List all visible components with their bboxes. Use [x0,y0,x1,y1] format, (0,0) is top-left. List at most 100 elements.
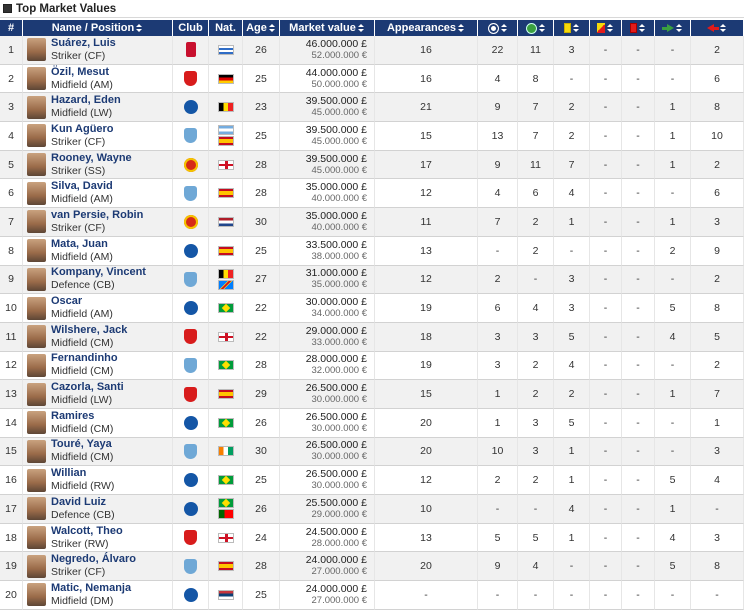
col-club-header[interactable]: Club [173,20,209,36]
flag-icon [217,279,234,290]
club-crest-icon[interactable] [183,157,198,172]
player-photo[interactable] [27,210,46,234]
club-crest-icon[interactable] [184,185,197,201]
player-photo[interactable] [27,267,46,291]
club-crest-icon[interactable] [183,473,198,488]
club-crest-icon[interactable] [184,271,197,287]
stat-assists: 2 [518,380,554,409]
player-photo[interactable] [27,95,46,119]
player-photo[interactable] [27,468,46,492]
player-name-link[interactable]: Fernandinho [51,352,118,365]
player-photo[interactable] [27,353,46,377]
player-name-link[interactable]: Kun Agüero [51,123,114,136]
player-name-link[interactable]: Touré, Yaya [51,438,113,451]
player-name-link[interactable]: Özil, Mesut [51,66,113,79]
row-number: 6 [0,179,23,209]
col-appearances-header[interactable]: Appearances [375,20,478,36]
col-yellow-header[interactable] [554,20,590,36]
stat-goals: 3 [478,351,518,381]
col-goals-header[interactable] [478,20,518,36]
row-number: 19 [0,552,23,582]
col-number-header[interactable]: # [0,20,23,36]
club-crest-icon[interactable] [184,329,197,345]
player-photo[interactable] [27,325,46,349]
club-crest-icon[interactable] [183,100,198,115]
club-crest-icon[interactable] [184,386,197,402]
player-photo[interactable] [27,583,46,607]
club-crest-icon[interactable] [184,128,197,144]
club-crest-icon[interactable] [184,443,197,459]
player-name-link[interactable]: Willian [51,467,114,480]
player-name-link[interactable]: Cazorla, Santi [51,381,124,394]
player-cell: Hazard, Eden Midfield (LW) [23,93,173,123]
col-subin-header[interactable] [655,20,691,36]
table-row: 16 Willian Midfield (RW) 25 26.500.000 £30.0… [0,466,744,495]
player-name-link[interactable]: David Luiz [51,496,115,509]
player-name-link[interactable]: Silva, David [51,180,113,193]
col-red-header[interactable] [622,20,655,36]
player-cell: Mata, Juan Midfield (AM) [23,236,173,266]
player-name-link[interactable]: Ramires [51,410,113,423]
market-value-gbp: 30.000.000 £ [305,296,367,309]
nationality-cell [209,466,243,495]
player-name-link[interactable]: Mata, Juan [51,238,113,251]
club-crest-icon[interactable] [185,42,196,58]
col-yellowred-header[interactable] [590,20,622,36]
nationality-cell [209,294,243,323]
club-crest-icon[interactable] [183,243,198,258]
col-assists-header[interactable] [518,20,554,36]
stat-red: - [622,408,655,438]
player-photo[interactable] [27,124,46,148]
player-photo[interactable] [27,554,46,578]
club-crest-icon[interactable] [183,501,198,516]
player-name-link[interactable]: Walcott, Theo [51,525,123,538]
club-crest-icon[interactable] [183,301,198,316]
player-name-link[interactable]: Wilshere, Jack [51,324,127,337]
market-value-eur: 40.000.000 € [311,221,367,233]
player-photo[interactable] [27,411,46,435]
club-cell [173,294,209,323]
club-crest-icon[interactable] [183,415,198,430]
age-cell: 26 [243,408,280,438]
club-crest-icon[interactable] [183,214,198,229]
player-photo[interactable] [27,526,46,550]
player-name-link[interactable]: Matic, Nemanja [51,582,131,595]
player-name-link[interactable]: Rooney, Wayne [51,152,132,165]
market-value-cell: 29.000.000 £33.000.000 € [280,322,375,352]
player-photo[interactable] [27,38,46,62]
player-name-link[interactable]: Suárez, Luis [51,37,116,50]
player-name-link[interactable]: Kompany, Vincent [51,266,146,279]
player-photo[interactable] [27,497,46,521]
col-age-header[interactable]: Age [243,20,280,36]
player-photo[interactable] [27,239,46,263]
player-cell: Cazorla, Santi Midfield (LW) [23,380,173,409]
stat-red: - [622,36,655,65]
stat-apps: 17 [375,150,478,180]
player-name-link[interactable]: Oscar [51,295,113,308]
stat-subout: 4 [691,466,744,495]
flag-icon [217,475,234,486]
player-name-link[interactable]: Negredo, Álvaro [51,553,136,566]
player-photo[interactable] [27,67,46,91]
col-name-header[interactable]: Name / Position [23,20,173,36]
player-photo[interactable] [27,181,46,205]
col-market-value-header[interactable]: Market value [280,20,375,36]
club-crest-icon[interactable] [183,587,198,602]
club-crest-icon[interactable] [184,357,197,373]
club-crest-icon[interactable] [184,530,197,546]
market-value-cell: 35.000.000 £40.000.000 € [280,179,375,209]
player-photo[interactable] [27,153,46,177]
col-nat-header[interactable]: Nat. [209,20,243,36]
stat-yellowred: - [590,236,622,266]
club-crest-icon[interactable] [184,71,197,87]
player-photo[interactable] [27,382,46,406]
player-name-link[interactable]: Hazard, Eden [51,94,121,107]
player-photo[interactable] [27,296,46,320]
player-cell: Ramires Midfield (CM) [23,408,173,438]
stat-yellowred: - [590,294,622,323]
col-subout-header[interactable] [691,20,744,36]
stat-goals: 2 [478,265,518,295]
player-photo[interactable] [27,439,46,463]
club-crest-icon[interactable] [184,558,197,574]
player-name-link[interactable]: van Persie, Robin [51,209,143,222]
